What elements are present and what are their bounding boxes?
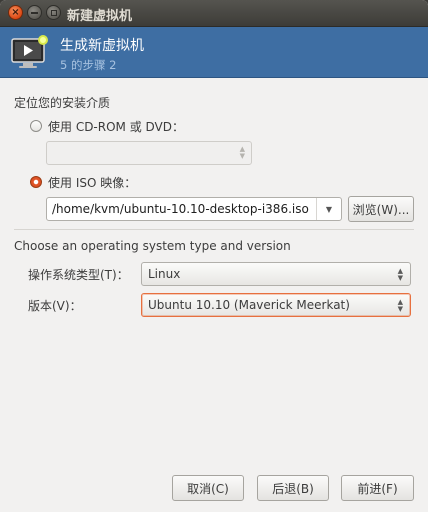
os-type-value: Linux [148, 267, 181, 281]
step-indicator: 5 的步骤 2 [60, 58, 117, 72]
back-button[interactable]: 后退(B) [257, 475, 329, 501]
chevron-updown-icon: ▲ ▼ [239, 145, 245, 160]
window-title: 新建虚拟机 [67, 9, 133, 24]
maximize-window-button[interactable] [46, 5, 61, 20]
browse-button[interactable]: 浏览(W)... [348, 196, 414, 222]
vm-monitor-icon [11, 35, 48, 68]
close-window-button[interactable]: × [8, 5, 23, 20]
cdrom-device-select: ▲ ▼ [46, 141, 252, 165]
chevron-updown-icon: ▲ ▼ [397, 267, 403, 282]
iso-radio[interactable] [30, 176, 42, 188]
forward-button[interactable]: 前进(F) [341, 475, 414, 501]
install-media-heading: 定位您的安装介质 [14, 96, 111, 110]
wizard-banner: 生成新虚拟机 5 的步骤 2 [0, 27, 428, 78]
close-icon: × [11, 6, 20, 18]
iso-path-combo[interactable]: /home/kvm/ubuntu-10.10-desktop-i386.iso … [46, 197, 342, 221]
new-vm-dialog: × 新建虚拟机 生成新虚拟机 5 的步骤 2 定位您的安装介质 使用 CD-RO… [0, 0, 428, 512]
cancel-button[interactable]: 取消(C) [172, 475, 244, 501]
iso-radio-label[interactable]: 使用 ISO 映像： [48, 174, 136, 191]
os-type-select[interactable]: Linux ▲ ▼ [141, 262, 411, 286]
os-version-value: Ubuntu 10.10 (Maverick Meerkat) [148, 298, 350, 312]
chevron-down-icon[interactable]: ▼ [316, 198, 341, 220]
iso-path-field[interactable]: /home/kvm/ubuntu-10.10-desktop-i386.iso [52, 202, 309, 216]
cdrom-radio[interactable] [30, 120, 42, 132]
minimize-window-button[interactable] [27, 5, 42, 20]
os-heading: Choose an operating system type and vers… [14, 239, 291, 253]
banner-title: 生成新虚拟机 [60, 38, 144, 54]
chevron-updown-icon: ▲ ▼ [397, 298, 403, 313]
cdrom-radio-label[interactable]: 使用 CD-ROM 或 DVD： [48, 118, 184, 135]
os-type-label: 操作系统类型(T)： [28, 268, 129, 282]
divider [14, 229, 414, 230]
title-bar: × 新建虚拟机 [0, 0, 428, 27]
os-version-select[interactable]: Ubuntu 10.10 (Maverick Meerkat) ▲ ▼ [141, 293, 411, 317]
os-version-label: 版本(V)： [28, 299, 82, 313]
